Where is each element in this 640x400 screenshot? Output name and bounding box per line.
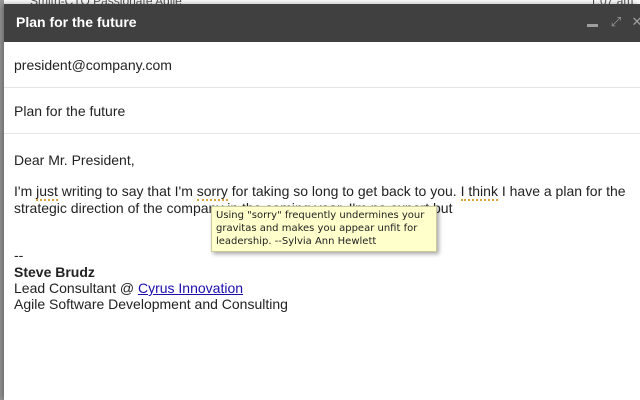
compose-window: Plan for the future ⤢ ✕ president@compan… bbox=[4, 4, 640, 400]
compose-titlebar[interactable]: Plan for the future ⤢ ✕ bbox=[4, 4, 640, 42]
compose-title: Plan for the future bbox=[16, 14, 137, 30]
greeting-line: Dear Mr. President, bbox=[14, 152, 135, 168]
body-text: writing to say that I'm bbox=[57, 183, 197, 199]
tooltip-line-1: Using "sorry" frequently undermines your bbox=[216, 210, 425, 221]
body-line-1: I'm just writing to say that I'm sorry f… bbox=[14, 182, 626, 201]
signature-title-prefix: Lead Consultant @ bbox=[14, 280, 138, 296]
flagged-phrase-i-think[interactable]: I think bbox=[460, 183, 498, 201]
tooltip-line-3: leadership. --Sylvia Ann Hewlett bbox=[216, 236, 377, 247]
tooltip-line-2: gravitas and makes you appear unfit for bbox=[216, 223, 418, 234]
subject-field[interactable]: Plan for the future bbox=[4, 88, 640, 134]
signature-separator: -- bbox=[14, 247, 24, 263]
to-field[interactable]: president@company.com bbox=[4, 42, 640, 88]
body-text: for taking so long to get back to you. bbox=[227, 183, 461, 199]
signature-tagline: Agile Software Development and Consultin… bbox=[14, 296, 288, 312]
close-icon[interactable]: ✕ bbox=[628, 13, 640, 31]
body-text: I'm bbox=[14, 183, 37, 199]
body-text: I have a plan for the bbox=[497, 183, 626, 199]
minimize-icon[interactable] bbox=[584, 13, 602, 31]
to-recipient[interactable]: president@company.com bbox=[14, 57, 172, 73]
advice-tooltip: Using "sorry" frequently undermines your… bbox=[211, 206, 437, 252]
signature-company-link[interactable]: Cyrus Innovation bbox=[138, 280, 243, 296]
subject-text[interactable]: Plan for the future bbox=[14, 103, 125, 119]
popout-icon[interactable]: ⤢ bbox=[607, 13, 625, 31]
